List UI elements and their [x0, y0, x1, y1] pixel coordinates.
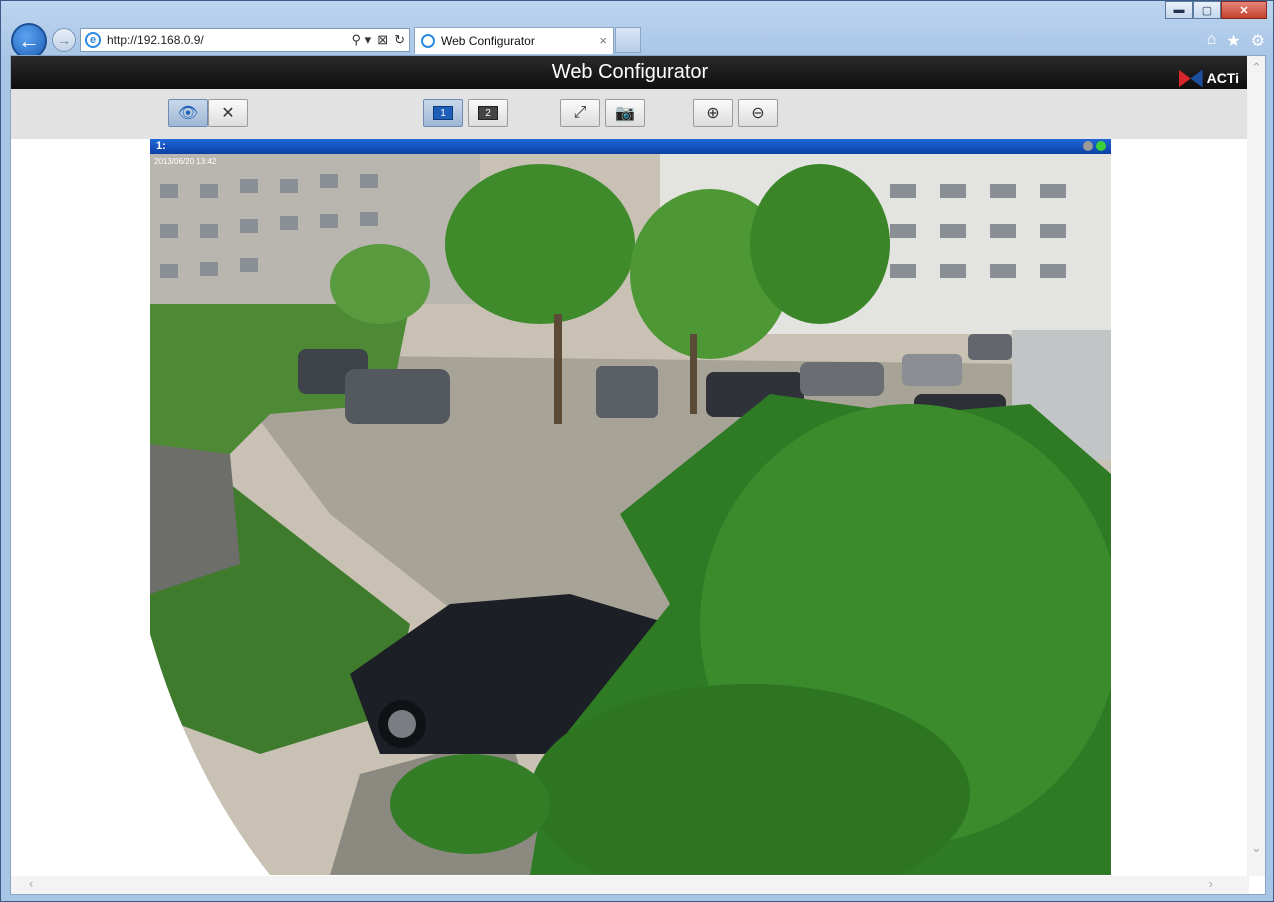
eye-icon: 👁 — [177, 105, 199, 122]
scroll-left-icon[interactable]: ‹ — [29, 876, 33, 891]
compatibility-view-icon[interactable]: ⊠ — [377, 32, 388, 48]
scroll-down-icon[interactable]: ⌄ — [1251, 840, 1262, 856]
camera-live-feed[interactable]: 2013/06/20 13:42 — [150, 154, 1111, 875]
back-button[interactable]: ← — [11, 23, 47, 59]
tab-close-icon[interactable]: × — [599, 33, 607, 48]
status-dot-green-icon — [1096, 141, 1106, 151]
channel-label: 1: — [156, 140, 166, 152]
window-controls: ▬ ▢ ✕ — [1165, 1, 1267, 19]
camera-icon: 📷 — [615, 105, 635, 122]
snapshot-button[interactable]: 📷 — [605, 99, 645, 127]
ie-tab-icon — [421, 34, 435, 48]
address-tools: ⚲ ▾ ⊠ ↻ — [352, 32, 405, 48]
settings-icon[interactable]: ⚙ — [1251, 31, 1265, 51]
back-arrow-icon: ← — [18, 28, 40, 53]
video-title-bar: 1: — [150, 139, 1111, 154]
dual-screen-icon: 2 — [478, 106, 498, 120]
forward-button[interactable]: → — [52, 28, 76, 52]
search-dropdown-icon[interactable]: ⚲ ▾ — [352, 32, 372, 48]
horizontal-scrollbar[interactable]: ‹ › — [11, 876, 1249, 894]
tab-web-configurator[interactable]: Web Configurator × — [414, 27, 614, 54]
acti-mark-icon — [1178, 69, 1203, 88]
page-content: Web Configurator ACTi 👁 ✕ 1 2 ⤢ 📷 ⊕ ⊖ 1: — [10, 55, 1266, 895]
layout-2-button[interactable]: 2 — [468, 99, 508, 127]
fullscreen-button[interactable]: ⤢ — [560, 99, 600, 127]
address-text[interactable]: http://192.168.0.9/ — [107, 33, 204, 47]
refresh-icon[interactable]: ↻ — [394, 32, 405, 48]
layout-1-button[interactable]: 1 — [423, 99, 463, 127]
address-bar[interactable]: e http://192.168.0.9/ ⚲ ▾ ⊠ ↻ — [80, 28, 410, 52]
new-tab-button[interactable] — [615, 27, 641, 53]
page-title: Web Configurator — [551, 61, 709, 83]
camera-scene: 2013/06/20 13:42 — [150, 154, 1111, 875]
browser-toolbar-icons: ⌂ ★ ⚙ — [1207, 31, 1265, 51]
zoom-out-button[interactable]: ⊖ — [738, 99, 778, 127]
maximize-button[interactable]: ▢ — [1193, 1, 1221, 19]
browser-window: ▬ ▢ ✕ ← → e http://192.168.0.9/ ⚲ ▾ ⊠ ↻ … — [0, 0, 1274, 902]
tools-icon: ✕ — [221, 105, 235, 122]
scroll-right-icon[interactable]: › — [1209, 876, 1213, 891]
close-window-button[interactable]: ✕ — [1221, 1, 1267, 19]
vertical-scrollbar[interactable]: ⌃ ⌄ — [1247, 56, 1265, 876]
favorites-icon[interactable]: ★ — [1226, 31, 1240, 51]
configurator-toolbar: 👁 ✕ 1 2 ⤢ 📷 ⊕ ⊖ — [11, 89, 1249, 139]
zoom-in-icon: ⊕ — [706, 105, 720, 122]
minimize-button[interactable]: ▬ — [1165, 1, 1193, 19]
status-dot-gray-icon — [1083, 141, 1093, 151]
video-status-indicators — [1083, 141, 1106, 151]
zoom-in-button[interactable]: ⊕ — [693, 99, 733, 127]
live-view-button[interactable]: 👁 — [168, 99, 208, 127]
timestamp-overlay: 2013/06/20 13:42 — [154, 157, 217, 166]
fullscreen-icon: ⤢ — [573, 104, 587, 121]
ie-logo-icon: e — [85, 32, 101, 48]
zoom-out-icon: ⊖ — [751, 105, 765, 122]
page-header: Web Configurator ACTi — [11, 56, 1249, 89]
scroll-up-icon[interactable]: ⌃ — [1251, 60, 1262, 76]
setup-button[interactable]: ✕ — [208, 99, 248, 127]
video-window: 1: 2013/06/20 13:42 — [150, 139, 1111, 877]
single-screen-icon: 1 — [433, 106, 453, 120]
tab-title: Web Configurator — [441, 34, 535, 48]
home-icon[interactable]: ⌂ — [1207, 31, 1217, 51]
forward-arrow-icon: → — [57, 32, 71, 48]
